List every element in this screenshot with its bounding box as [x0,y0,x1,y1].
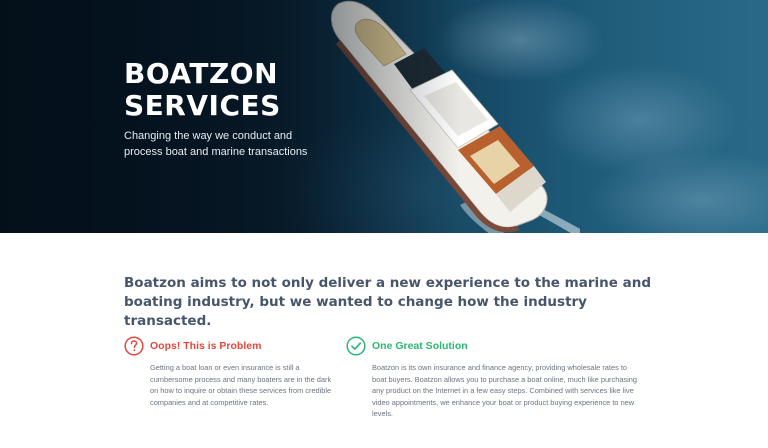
page-title-line-1: BOATZON [124,57,279,90]
solution-title: One Great Solution [372,340,468,352]
page-title-line-2: SERVICES [124,89,281,122]
solution-description: Boatzon is its own insurance and finance… [372,363,637,418]
page-title: BOATZON SERVICES [124,58,281,122]
check-circle-icon [346,336,366,356]
hero-subtitle: Changing the way we conduct and process … [124,130,308,158]
hero-banner: BOATZON SERVICES Changing the way we con… [0,0,768,233]
intro-statement: Boatzon aims to not only deliver a new e… [124,275,651,329]
problem-title: Oops! This is Problem [150,340,262,352]
problem-description: Getting a boat loan or even insurance is… [150,363,332,407]
services-page: BOATZON SERVICES Changing the way we con… [0,0,768,448]
question-circle-icon [124,336,144,356]
hero-overlay [0,0,768,233]
